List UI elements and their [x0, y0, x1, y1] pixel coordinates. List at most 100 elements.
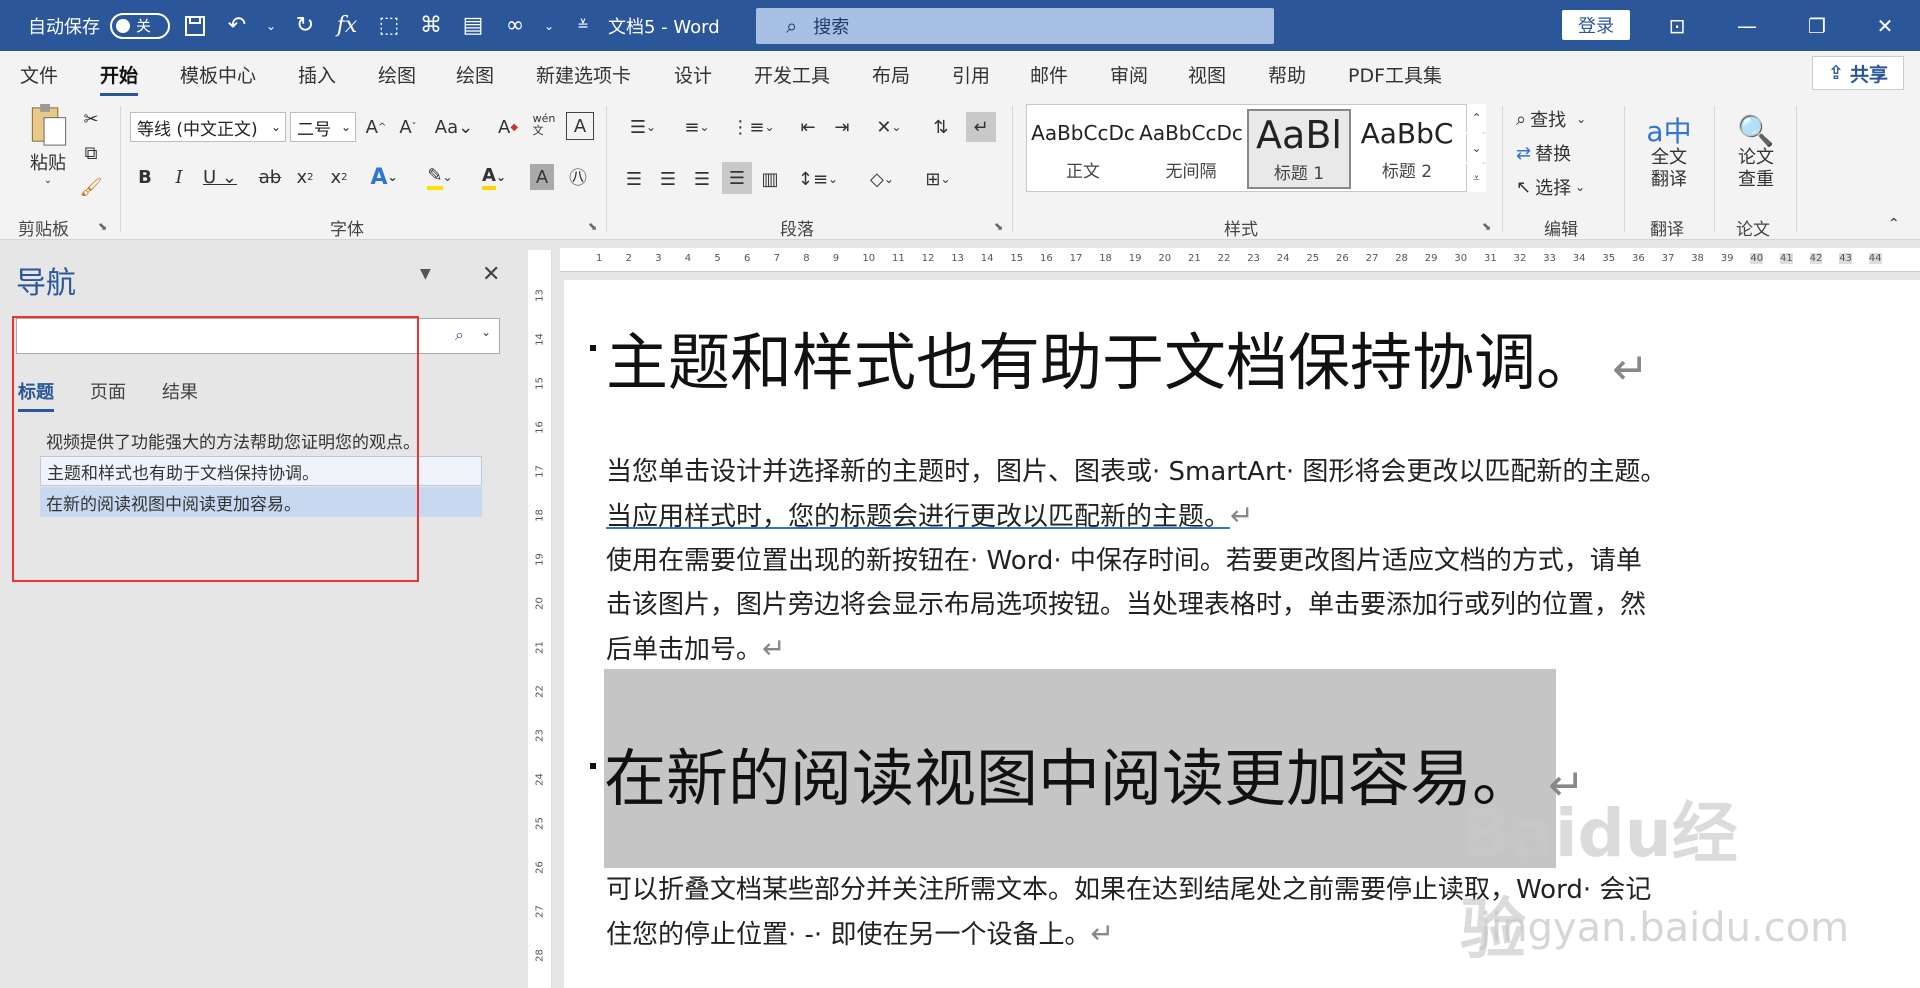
enclose-characters-icon[interactable]: ㊇ [564, 162, 592, 192]
clipboard-launcher-icon[interactable]: ⬊ [98, 220, 107, 233]
restore-icon[interactable]: ❐ [1782, 0, 1852, 51]
thesis-check-button[interactable]: 🔍 论文 查重 [1728, 104, 1784, 208]
borders-icon[interactable]: ⊞ ⌄ [916, 164, 960, 194]
align-right-icon[interactable]: ☰ [688, 164, 716, 194]
collapse-ribbon-icon[interactable]: ⌃ [1888, 216, 1900, 232]
grow-font-icon[interactable]: A ^ [364, 112, 388, 142]
italic-icon[interactable]: I [166, 162, 192, 192]
format-painter-icon[interactable]: 🖌 [78, 174, 104, 200]
underline-icon[interactable]: U ⌄ [200, 162, 240, 192]
style-normal[interactable]: AaBbCcDc 正文 [1031, 109, 1135, 189]
change-case-icon[interactable]: Aa⌄ [434, 112, 474, 142]
bold-icon[interactable]: B [132, 162, 158, 192]
search-box[interactable]: ⌕ 搜索 [756, 8, 1274, 44]
tab-design[interactable]: 设计 [674, 61, 712, 88]
find-button[interactable]: ⌕ 查找 ⌄ [1516, 104, 1586, 134]
clear-format-icon[interactable]: A ◆ [494, 112, 522, 142]
multilevel-list-icon[interactable]: ⋮≡ ⌄ [728, 112, 778, 142]
style-no-spacing[interactable]: AaBbCcDc 无间隔 [1139, 109, 1243, 189]
horizontal-ruler[interactable]: 1 2 3 4 5 6 7 8 9 10 11 12 13 14 15 16 17 18 19 20 21 22 23 24 2… [560, 248, 1920, 272]
highlight-color-icon[interactable]: ✎ ⌄ [418, 162, 462, 192]
text-effects-icon[interactable]: A ⌄ [364, 162, 404, 192]
chinese-layout-icon[interactable]: ✕ ⌄ [866, 112, 912, 142]
tab-layout[interactable]: 布局 [872, 61, 910, 88]
phonetic-guide-icon[interactable]: wén 文 [530, 110, 558, 140]
heading-1-text[interactable]: 主题和样式也有助于文档保持协调。 ↵ [606, 312, 1649, 402]
minimize-icon[interactable]: — [1712, 0, 1782, 51]
bullets-icon[interactable]: ☰ ⌄ [620, 112, 666, 142]
undo-icon[interactable]: ↶ [222, 11, 252, 41]
tab-developer[interactable]: 开发工具 [754, 61, 830, 88]
style-heading-2[interactable]: AaBbC 标题 2 [1355, 109, 1459, 189]
tab-file[interactable]: 文件 [20, 61, 58, 88]
tab-insert[interactable]: 插入 [298, 61, 336, 88]
paragraph-1[interactable]: 当您单击设计并选择新的主题时，图片、图表或· SmartArt· 图形将会更改以… [606, 450, 1774, 672]
undo-dropdown-icon[interactable]: ⌄ [264, 11, 278, 41]
heading-2-text[interactable]: 在新的阅读视图中阅读更加容易。 ↵ [604, 728, 1585, 818]
tab-pdf-tools[interactable]: PDF工具集 [1348, 61, 1442, 88]
show-marks-icon[interactable]: ↵ [966, 112, 996, 142]
tab-new-tab[interactable]: 新建选项卡 [536, 61, 631, 88]
nav-close-icon[interactable]: ✕ [482, 262, 500, 287]
decrease-indent-icon[interactable]: ⇤ [794, 112, 822, 142]
paragraph-launcher-icon[interactable]: ⬊ [994, 220, 1003, 233]
select-button[interactable]: ↖ 选择 ⌄ [1516, 172, 1585, 202]
subscript-icon[interactable]: x2 [292, 162, 318, 192]
org-chart-icon[interactable]: ⌘ [416, 11, 446, 41]
cut-icon[interactable]: ✂ [78, 106, 104, 132]
document-icon[interactable]: ▤ [458, 11, 488, 41]
gallery-scroll-up-icon[interactable]: ⌃ [1466, 104, 1486, 132]
save-icon[interactable] [180, 11, 210, 41]
character-border-icon[interactable]: A [566, 112, 594, 140]
align-left-icon[interactable]: ☰ [620, 164, 648, 194]
increase-indent-icon[interactable]: ⇥ [828, 112, 856, 142]
search-icon[interactable]: ⌕ [455, 325, 464, 345]
tab-draw-1[interactable]: 绘图 [378, 61, 416, 88]
replace-button[interactable]: ⇄ 替换 [1516, 138, 1571, 168]
style-heading-1[interactable]: AaBl 标题 1 [1247, 109, 1351, 189]
function-icon[interactable]: fx [332, 11, 362, 41]
strikethrough-icon[interactable]: ab [256, 162, 284, 192]
numbering-icon[interactable]: ≡ ⌄ [674, 112, 720, 142]
tab-mailings[interactable]: 邮件 [1030, 61, 1068, 88]
tab-references[interactable]: 引用 [952, 61, 990, 88]
tab-home[interactable]: 开始 [100, 61, 139, 97]
font-color-icon[interactable]: A ⌄ [474, 162, 514, 192]
tab-draw-2[interactable]: 绘图 [456, 61, 494, 88]
shrink-font-icon[interactable]: Aˇ [396, 112, 420, 142]
line-spacing-icon[interactable]: ↕≡ ⌄ [796, 164, 840, 194]
font-launcher-icon[interactable]: ⬊ [588, 220, 597, 233]
tab-template-center[interactable]: 模板中心 [180, 61, 256, 88]
copy-icon[interactable]: ⧉ [78, 140, 104, 166]
nav-options-icon[interactable]: ▼ [420, 266, 431, 282]
sort-icon[interactable]: ⇅ [926, 112, 956, 142]
more-dropdown-icon[interactable]: ⌄ [542, 11, 556, 41]
close-icon[interactable]: ✕ [1850, 0, 1920, 51]
infinity-icon[interactable]: ∞ [500, 11, 530, 41]
font-name-select[interactable]: 等线 (中文正文) ⌄ [130, 112, 286, 142]
full-text-translate-button[interactable]: a中 全文 翻译 [1640, 104, 1698, 208]
share-button[interactable]: ⇪ 共享 [1812, 56, 1904, 90]
redo-icon[interactable]: ↻ [290, 11, 320, 41]
styles-launcher-icon[interactable]: ⬊ [1482, 220, 1491, 233]
justify-icon[interactable]: ☰ [722, 162, 752, 194]
character-shading-icon[interactable]: A [530, 164, 554, 190]
vertical-ruler[interactable]: 13 14 15 16 17 18 19 20 21 22 23 24 25 26 27 28 [528, 250, 552, 988]
font-size-select[interactable]: 二号 ⌄ [290, 112, 356, 142]
superscript-icon[interactable]: x2 [326, 162, 352, 192]
ribbon-display-icon[interactable]: ⊡ [1642, 0, 1712, 51]
customize-toolbar-icon[interactable]: ≚ [568, 11, 598, 41]
chevron-down-icon[interactable]: ⌄ [481, 325, 491, 339]
gallery-scroll-down-icon[interactable]: ⌄ [1466, 134, 1486, 162]
autosave-toggle[interactable]: 关 [110, 12, 170, 39]
shading-icon[interactable]: ◇ ⌄ [860, 164, 904, 194]
select-pointer-icon[interactable]: ⬚ [374, 11, 404, 41]
gallery-expand-icon[interactable]: ⩡ [1466, 164, 1486, 192]
distributed-icon[interactable]: ▥ [756, 164, 784, 194]
login-button[interactable]: 登录 [1562, 10, 1630, 40]
tab-help[interactable]: 帮助 [1268, 61, 1306, 88]
tab-review[interactable]: 审阅 [1110, 61, 1148, 88]
tab-view[interactable]: 视图 [1188, 61, 1226, 88]
paste-button[interactable]: 粘贴 ⌄ [18, 102, 78, 186]
align-center-icon[interactable]: ☰ [654, 164, 682, 194]
